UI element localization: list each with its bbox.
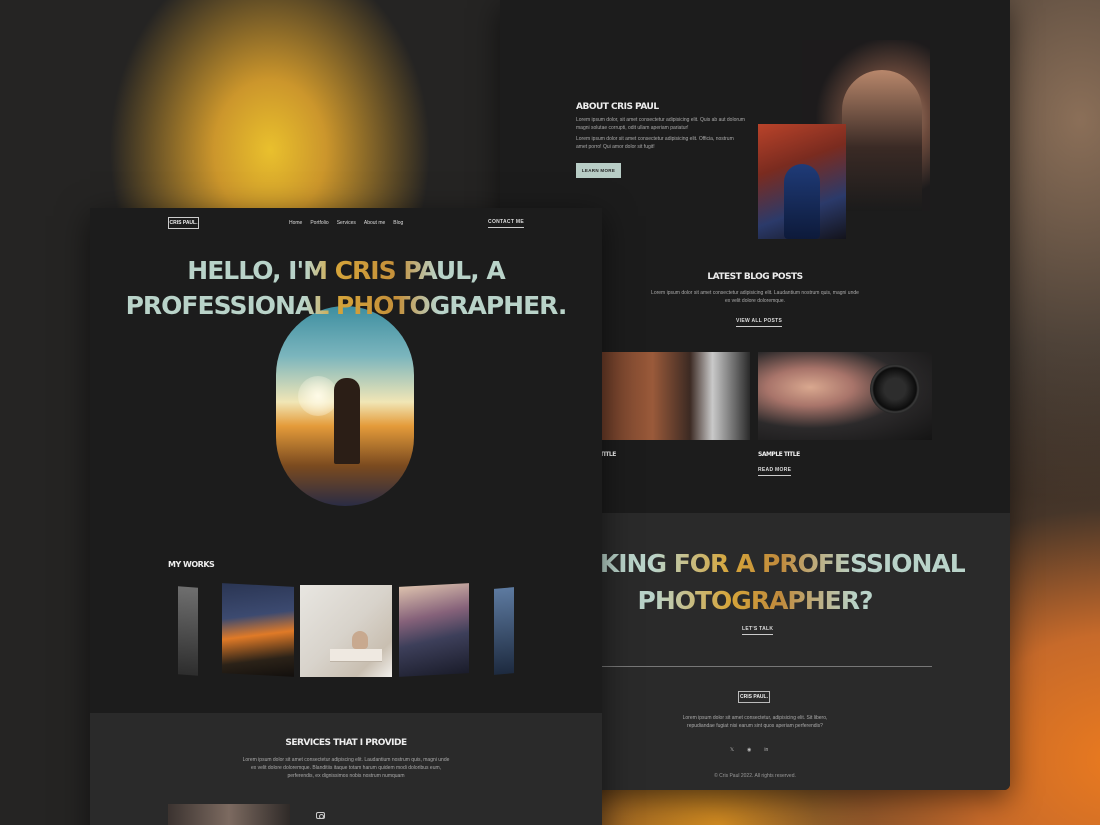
blog-post-image-1[interactable]: [600, 352, 750, 440]
about-paragraph-2: Lorem ipsum dolor sit amet consectetur a…: [576, 136, 734, 150]
services-description: Lorem ipsum dolor sit amet consectetur a…: [242, 757, 450, 779]
nav-links: Home Portfolio Services About me Blog: [289, 220, 403, 226]
service-image: [168, 804, 290, 825]
blog-post-title-1: TITLE: [600, 451, 616, 458]
pinterest-icon[interactable]: ◉: [747, 747, 751, 753]
footer-divider: [600, 666, 932, 667]
lets-talk-link[interactable]: LET'S TALK: [742, 626, 774, 635]
blog-post-title-2: SAMPLE TITLE: [758, 451, 800, 458]
learn-more-button[interactable]: LEARN MORE: [576, 163, 621, 178]
work-item-4[interactable]: [399, 583, 469, 677]
work-item-5[interactable]: [494, 587, 514, 675]
camera-icon: [316, 812, 325, 819]
read-more-link[interactable]: READ MORE: [758, 467, 792, 476]
nav-blog[interactable]: Blog: [393, 220, 403, 226]
about-photo-street: [758, 124, 846, 239]
view-all-posts-link[interactable]: VIEW ALL POSTS: [736, 318, 783, 327]
work-item-2[interactable]: [222, 583, 294, 677]
navbar: CRIS PAUL. Home Portfolio Services About…: [168, 217, 524, 229]
contact-me-link[interactable]: CONTACT ME: [488, 219, 524, 228]
hero-image: [276, 306, 414, 506]
linkedin-icon[interactable]: in: [764, 747, 768, 753]
works-title: MY WORKS: [168, 560, 215, 569]
twitter-icon[interactable]: 𝕏: [730, 747, 734, 753]
work-item-1[interactable]: [178, 586, 198, 676]
nav-about[interactable]: About me: [364, 220, 385, 226]
services-title: SERVICES THAT I PROVIDE: [285, 738, 407, 748]
hero-title: HELLO, I'M CRIS PAUL, A PROFESSIONAL PHO…: [90, 253, 602, 323]
blog-description: Lorem ipsum dolor sit amet consectetur a…: [651, 290, 859, 304]
footer-text: Lorem ipsum dolor sit amet consectetur, …: [682, 715, 828, 729]
about-title: ABOUT CRIS PAUL: [576, 102, 659, 112]
nav-portfolio[interactable]: Portfolio: [310, 220, 328, 226]
nav-home[interactable]: Home: [289, 220, 302, 226]
site-logo[interactable]: CRIS PAUL.: [168, 217, 199, 229]
footer-logo[interactable]: CRIS PAUL.: [738, 691, 770, 703]
about-paragraph-1: Lorem ipsum dolor, sit amet consectetur …: [576, 117, 745, 131]
page-preview-left: CRIS PAUL. Home Portfolio Services About…: [90, 208, 602, 825]
social-links: 𝕏 ◉ in: [730, 747, 768, 753]
work-item-3[interactable]: [300, 585, 392, 677]
blog-post-image-2[interactable]: [758, 352, 932, 440]
nav-services[interactable]: Services: [337, 220, 356, 226]
